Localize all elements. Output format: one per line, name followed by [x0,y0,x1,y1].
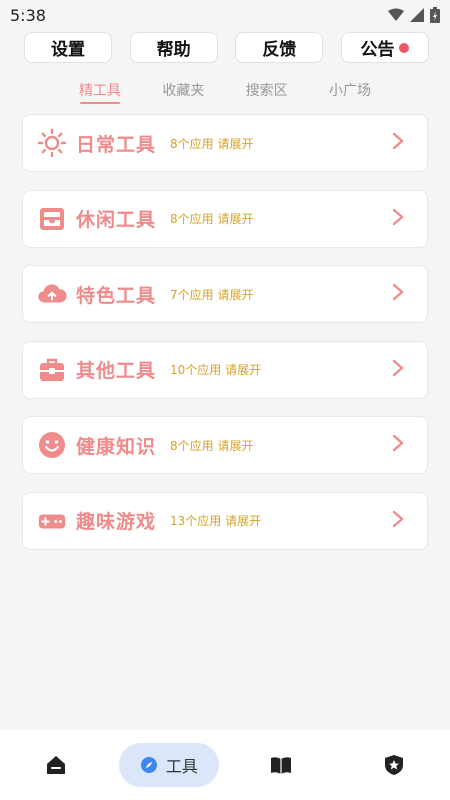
tab-bar: 精工具 收藏夹 搜索区 小广场 [60,78,390,106]
status-icons [388,7,440,23]
tab-search[interactable]: 搜索区 [227,78,307,106]
chevron-right-icon [392,359,404,376]
announcement-button[interactable]: 公告 [340,32,429,63]
cloud-upload-icon [37,279,67,309]
category-meta: 8个应用 请展开 [170,136,254,151]
smiley-icon [37,430,67,460]
settings-button[interactable]: 设置 [24,32,112,63]
category-meta: 10个应用 请展开 [170,363,262,377]
sun-icon [37,128,67,158]
announcement-label: 公告 [360,40,395,60]
wifi-icon [388,8,404,21]
feedback-button[interactable]: 反馈 [235,32,324,63]
home-icon [47,756,66,774]
category-meta: 7个应用 请展开 [170,287,254,302]
category-card-other[interactable]: 其他工具 10个应用 请展开 [22,340,428,399]
notification-dot [399,42,410,53]
chevron-right-icon [392,208,404,225]
status-time: 5:38 [10,5,46,25]
nav-library[interactable] [231,743,331,787]
category-title: 休闲工具 [76,209,157,231]
chevron-right-icon [392,283,404,301]
feedback-label: 反馈 [262,40,297,60]
category-card-featured[interactable]: 特色工具 7个应用 请展开 [22,265,428,323]
status-bar: 5:38 [0,0,450,30]
nav-tools-label: 工具 [165,757,198,776]
help-label: 帮助 [156,40,191,60]
inbox-icon [37,204,67,234]
nav-home[interactable] [6,743,106,787]
battery-icon [430,7,440,23]
category-list: 日常工具 8个应用 请展开 休闲工具 8个应用 请展开 特色工具 7个应用 请展… [22,114,428,567]
settings-label: 设置 [51,40,85,60]
category-card-leisure[interactable]: 休闲工具 8个应用 请展开 [22,189,428,248]
category-card-health[interactable]: 健康知识 8个应用 请展开 [22,416,428,474]
shield-star-icon [384,755,403,775]
signal-icon [410,8,424,22]
bottom-navigation: 工具 [0,730,450,800]
tab-plaza[interactable]: 小广场 [310,78,390,106]
gamepad-icon [37,506,67,536]
tab-tools[interactable]: 精工具 [60,78,140,106]
top-button-row: 设置 帮助 反馈 公告 [24,32,429,63]
category-meta: 8个应用 请展开 [170,438,254,453]
category-title: 日常工具 [76,133,157,156]
chevron-right-icon [392,434,404,452]
tab-favorites[interactable]: 收藏夹 [143,78,223,106]
category-card-daily[interactable]: 日常工具 8个应用 请展开 [22,114,428,172]
chevron-right-icon [392,510,404,527]
category-title: 特色工具 [76,284,157,307]
category-meta: 13个应用 请展开 [170,514,262,528]
toolbox-icon [37,355,67,385]
chevron-right-icon [392,132,404,150]
book-icon [271,757,292,774]
category-title: 其他工具 [76,360,157,382]
category-title: 健康知识 [76,435,157,458]
nav-tools[interactable]: 工具 [118,743,219,787]
category-title: 趣味游戏 [76,511,157,533]
category-card-games[interactable]: 趣味游戏 13个应用 请展开 [22,491,428,550]
compass-icon [140,757,157,773]
help-button[interactable]: 帮助 [129,32,218,63]
nav-profile[interactable] [344,743,444,787]
category-meta: 8个应用 请展开 [170,212,254,226]
